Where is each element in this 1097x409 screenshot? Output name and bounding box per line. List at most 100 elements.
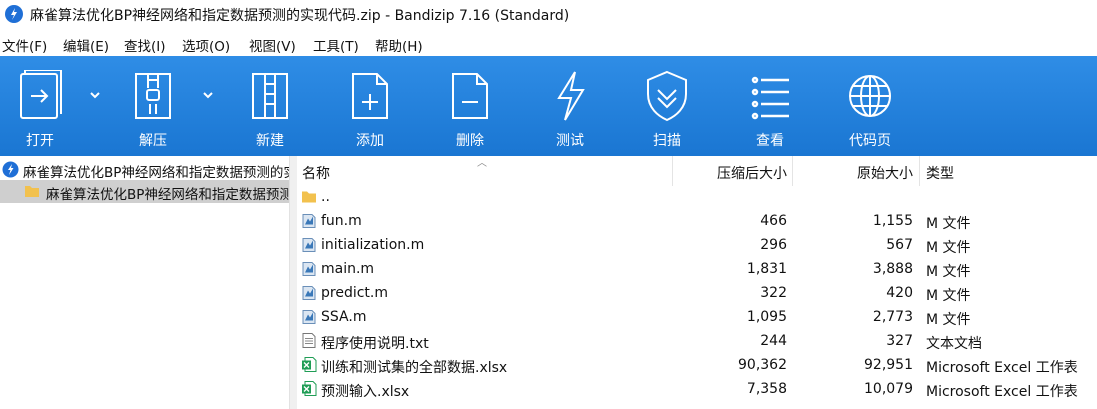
test-lightning-icon bbox=[557, 71, 585, 121]
list-header: ︿ 名称 压缩后大小 原始大小 类型 bbox=[297, 156, 1097, 186]
extract-label: 解压 bbox=[139, 133, 167, 149]
tree-child-label: 麻雀算法优化BP神经网络和指定数据预测的实现代码 bbox=[46, 187, 290, 203]
excel-file-icon bbox=[302, 357, 317, 372]
table-row[interactable]: 程序使用说明.txt 244 327 文本文档 bbox=[297, 329, 1097, 353]
window-title: 麻雀算法优化BP神经网络和指定数据预测的实现代码.zip - Bandizip … bbox=[30, 8, 570, 24]
matlab-file-icon bbox=[302, 262, 316, 276]
table-row[interactable]: fun.m 466 1,155 M 文件 bbox=[297, 209, 1097, 233]
menu-bar: 文件(F) 编辑(E) 查找(I) 选项(O) 视图(V) 工具(T) 帮助(H… bbox=[0, 32, 1097, 56]
file-original-size: 2,773 bbox=[872, 309, 913, 325]
menu-view[interactable]: 视图(V) bbox=[249, 35, 296, 55]
view-list-icon bbox=[751, 76, 789, 120]
delete-file-icon bbox=[452, 73, 488, 119]
header-type[interactable]: 类型 bbox=[926, 163, 954, 183]
file-compressed-size: 322 bbox=[760, 285, 787, 301]
add-label: 添加 bbox=[356, 133, 384, 149]
scan-button[interactable]: 扫描 bbox=[622, 56, 712, 156]
folder-icon bbox=[25, 186, 39, 197]
table-row[interactable]: SSA.m 1,095 2,773 M 文件 bbox=[297, 305, 1097, 329]
text-file-icon bbox=[302, 333, 316, 348]
sort-ascending-icon: ︿ bbox=[477, 158, 487, 169]
file-type: M 文件 bbox=[926, 288, 971, 304]
file-original-size: 1,155 bbox=[872, 213, 913, 229]
matlab-file-icon bbox=[302, 310, 316, 324]
scan-label: 扫描 bbox=[653, 133, 681, 149]
file-name: 训练和测试集的全部数据.xlsx bbox=[321, 360, 508, 376]
codepage-label: 代码页 bbox=[849, 133, 891, 149]
file-type: Microsoft Excel 工作表 bbox=[926, 360, 1078, 376]
codepage-button[interactable]: 代码页 bbox=[825, 56, 915, 156]
file-name: 预测输入.xlsx bbox=[321, 384, 410, 400]
matlab-file-icon bbox=[302, 286, 316, 300]
tree-root[interactable]: 麻雀算法优化BP神经网络和指定数据预测的实现代码.zip bbox=[0, 158, 290, 181]
file-original-size: 567 bbox=[886, 237, 913, 253]
open-button[interactable]: 打开 bbox=[0, 56, 85, 156]
delete-label: 删除 bbox=[456, 133, 484, 149]
table-row[interactable]: 预测输入.xlsx 7,358 10,079 Microsoft Excel 工作表 bbox=[297, 377, 1097, 401]
header-compressed-size[interactable]: 压缩后大小 bbox=[677, 163, 787, 183]
menu-tools[interactable]: 工具(T) bbox=[313, 35, 359, 55]
file-original-size: 10,079 bbox=[864, 381, 913, 397]
menu-edit[interactable]: 编辑(E) bbox=[63, 35, 109, 55]
open-archive-icon bbox=[20, 70, 62, 119]
tree-child-folder[interactable]: 麻雀算法优化BP神经网络和指定数据预测的实现代码 bbox=[0, 180, 290, 203]
file-original-size: 92,951 bbox=[864, 357, 913, 373]
new-archive-icon bbox=[252, 73, 288, 119]
file-type: M 文件 bbox=[926, 240, 971, 256]
extract-dropdown-chevron-icon[interactable] bbox=[199, 86, 217, 104]
matlab-file-icon bbox=[302, 238, 316, 252]
file-name: SSA.m bbox=[321, 309, 367, 325]
file-original-size: 3,888 bbox=[872, 261, 913, 277]
file-type: M 文件 bbox=[926, 216, 971, 232]
file-compressed-size: 296 bbox=[760, 237, 787, 253]
file-original-size: 327 bbox=[886, 333, 913, 349]
menu-file[interactable]: 文件(F) bbox=[2, 35, 47, 55]
open-dropdown-chevron-icon[interactable] bbox=[86, 86, 104, 104]
file-list: ︿ 名称 压缩后大小 原始大小 类型 .. fun.m 466 1,155 M 文件 in… bbox=[297, 156, 1097, 409]
file-compressed-size: 90,362 bbox=[738, 357, 787, 373]
new-label: 新建 bbox=[256, 133, 284, 149]
file-name: .. bbox=[321, 189, 330, 205]
table-row[interactable]: initialization.m 296 567 M 文件 bbox=[297, 233, 1097, 257]
file-compressed-size: 466 bbox=[760, 213, 787, 229]
matlab-file-icon bbox=[302, 214, 316, 228]
table-row[interactable]: .. bbox=[297, 185, 1097, 209]
add-button[interactable]: 添加 bbox=[325, 56, 415, 156]
title-bar: 麻雀算法优化BP神经网络和指定数据预测的实现代码.zip - Bandizip … bbox=[0, 0, 1097, 30]
header-name[interactable]: 名称 bbox=[302, 163, 330, 183]
folder-tree: 麻雀算法优化BP神经网络和指定数据预测的实现代码.zip 麻雀算法优化BP神经网… bbox=[0, 156, 290, 409]
view-button[interactable]: 查看 bbox=[725, 56, 815, 156]
file-name: fun.m bbox=[321, 213, 362, 229]
extract-icon bbox=[135, 73, 171, 119]
file-name: predict.m bbox=[321, 285, 388, 301]
scan-shield-icon bbox=[647, 70, 687, 122]
extract-button[interactable]: 解压 bbox=[108, 56, 198, 156]
menu-help[interactable]: 帮助(H) bbox=[375, 35, 423, 55]
file-name: initialization.m bbox=[321, 237, 425, 253]
file-compressed-size: 1,831 bbox=[746, 261, 787, 277]
codepage-globe-icon bbox=[849, 75, 891, 117]
table-row[interactable]: 训练和测试集的全部数据.xlsx 90,362 92,951 Microsoft Ex… bbox=[297, 353, 1097, 377]
file-compressed-size: 7,358 bbox=[746, 381, 787, 397]
menu-options[interactable]: 选项(O) bbox=[182, 35, 230, 55]
delete-button[interactable]: 删除 bbox=[425, 56, 515, 156]
file-type: Microsoft Excel 工作表 bbox=[926, 384, 1078, 400]
file-type: M 文件 bbox=[926, 312, 971, 328]
tree-root-label: 麻雀算法优化BP神经网络和指定数据预测的实现代码.zip bbox=[23, 165, 290, 181]
bandizip-logo-icon bbox=[5, 5, 23, 23]
table-row[interactable]: main.m 1,831 3,888 M 文件 bbox=[297, 257, 1097, 281]
file-compressed-size: 244 bbox=[760, 333, 787, 349]
header-original-size[interactable]: 原始大小 bbox=[797, 163, 913, 183]
menu-find[interactable]: 查找(I) bbox=[124, 35, 166, 55]
new-button[interactable]: 新建 bbox=[225, 56, 315, 156]
add-file-icon bbox=[352, 73, 388, 119]
file-name: main.m bbox=[321, 261, 375, 277]
table-row[interactable]: predict.m 322 420 M 文件 bbox=[297, 281, 1097, 305]
file-compressed-size: 1,095 bbox=[746, 309, 787, 325]
file-name: 程序使用说明.txt bbox=[321, 336, 429, 352]
test-button[interactable]: 测试 bbox=[525, 56, 615, 156]
file-type: 文本文档 bbox=[926, 336, 982, 352]
test-label: 测试 bbox=[556, 133, 584, 149]
zip-archive-icon bbox=[2, 161, 19, 178]
folder-icon bbox=[302, 191, 316, 203]
